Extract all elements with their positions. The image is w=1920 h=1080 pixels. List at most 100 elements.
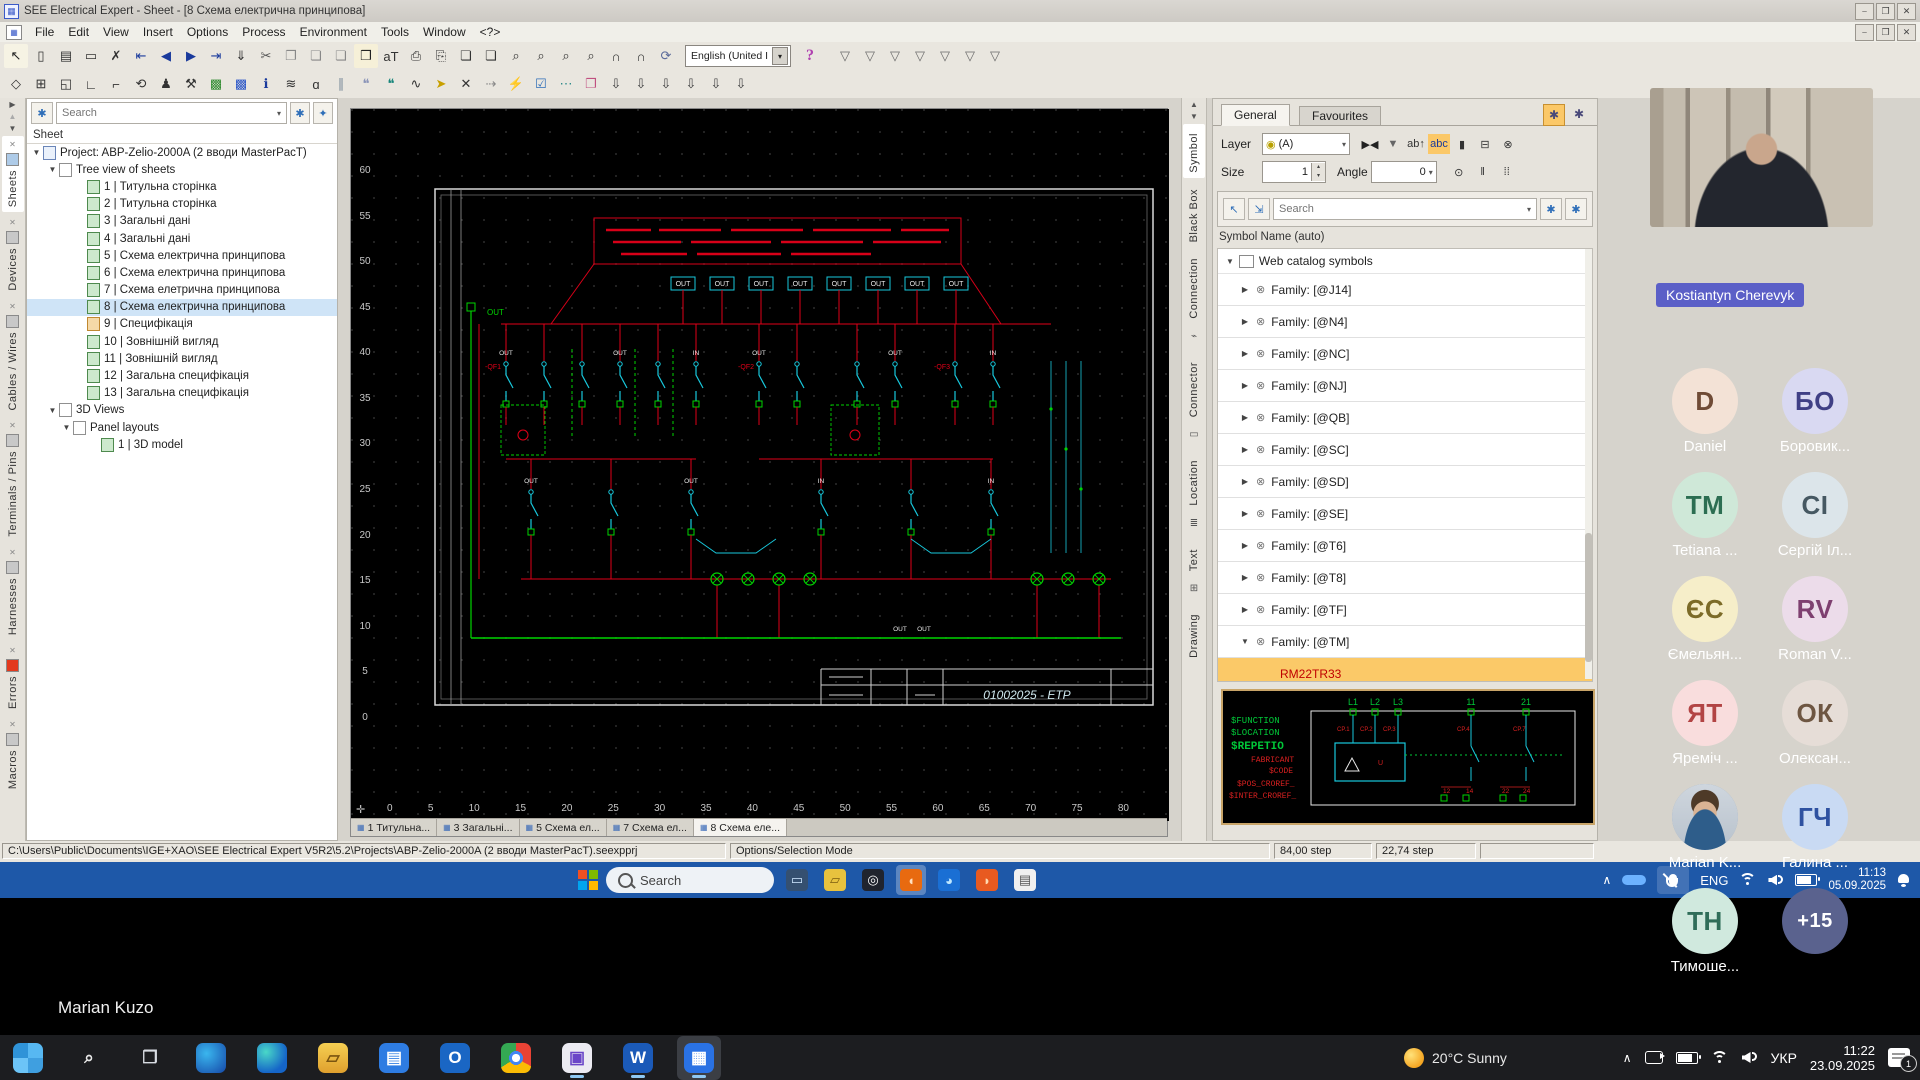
symbol-config-icon[interactable]: ✱ (1565, 198, 1587, 220)
app-maximize-button[interactable]: ❐ (1876, 3, 1895, 20)
search-button[interactable]: ⌕ (67, 1036, 111, 1080)
tree-row[interactable]: 1 | Титульна сторінка (27, 178, 337, 195)
mirror-horizontal-icon[interactable]: ▶◀ (1359, 134, 1381, 154)
symbol-family-row[interactable]: ▶ ⊗ Family: [@T6] (1218, 530, 1592, 562)
zoom-out-icon[interactable]: ⌕ (554, 44, 578, 68)
symbol-family-row[interactable]: ▶ ⊗ Family: [@J14] (1218, 274, 1592, 306)
print-preview-icon[interactable]: ⎘ (429, 44, 453, 68)
coordinates-icon[interactable]: ∟ (79, 72, 103, 96)
tree-row[interactable]: 9 | Специфікація (27, 316, 337, 333)
bluetooth-device-icon[interactable] (1622, 875, 1646, 885)
tree-row[interactable]: 5 | Схема електрична принципова (27, 247, 337, 264)
zoom-window-icon[interactable]: ⌕ (529, 44, 553, 68)
tree-row[interactable]: 3 | Загальні дані (27, 213, 337, 230)
import-block-icon[interactable]: ❏ (479, 44, 503, 68)
copy-icon[interactable]: ❐ (279, 44, 303, 68)
panel-tab[interactable]: Text (1183, 540, 1205, 576)
layer-select[interactable]: ◉ (A) ▾ (1262, 133, 1350, 155)
tab-favourites[interactable]: Favourites (1299, 106, 1381, 126)
mdi-minimize-button[interactable]: ⎯ (1855, 24, 1874, 41)
rotate-icon[interactable]: ⟲ (129, 72, 153, 96)
firefox-work-icon[interactable]: ◖ (896, 865, 926, 895)
filter-icon[interactable]: ▽ (983, 44, 1007, 68)
notification-bell-icon[interactable] (1897, 874, 1910, 887)
3d-view-icon[interactable]: ◇ (4, 72, 28, 96)
symbol-family-row[interactable]: ▶ ⊗ Family: [@QB] (1218, 402, 1592, 434)
filter-settings-icon[interactable]: ✱ (290, 102, 310, 124)
tree-column-header[interactable]: Sheet (27, 127, 337, 144)
tree-row[interactable]: ▼ Panel layouts (27, 419, 337, 436)
panel-tab[interactable]: Connection (1183, 249, 1205, 324)
strip-arrow-up-icon[interactable]: ▲ (9, 112, 17, 122)
pin-icon[interactable]: ✦ (313, 102, 333, 124)
paste-attributes-icon[interactable]: ❏ (329, 44, 353, 68)
taskbar-search[interactable]: Search (606, 867, 774, 893)
pins-icon[interactable]: ⁞⁞ (1496, 162, 1518, 182)
zoom-dynamic-icon[interactable]: ⌕ (504, 44, 528, 68)
language-indicator[interactable]: УКР (1771, 1050, 1797, 1066)
gear-icon[interactable]: ✱ (1569, 104, 1589, 124)
participant-tile[interactable]: D Daniel (1672, 368, 1738, 472)
panel-tab[interactable]: ▭ (1183, 424, 1205, 449)
panel-tab[interactable]: Symbol (1183, 124, 1205, 178)
menu-item[interactable]: File (28, 25, 61, 39)
symbol-settings-icon[interactable]: ✱ (1540, 198, 1562, 220)
origin-icon[interactable]: ⊙ (1448, 162, 1470, 182)
symbol-family-row[interactable]: ▶ ⊗ Family: [@SC] (1218, 434, 1592, 466)
export-block-icon[interactable]: ❏ (454, 44, 478, 68)
process-icon[interactable]: ⚒ (179, 72, 203, 96)
annotation-icon[interactable]: ɑ (304, 72, 328, 96)
edge-icon[interactable]: ◕ (934, 865, 964, 895)
notes-icon[interactable]: ▤ (1010, 865, 1040, 895)
text-direction-icon[interactable]: abc (1428, 134, 1450, 154)
tree-expander-icon[interactable]: ▶ (1240, 573, 1250, 582)
participant-tile[interactable]: RV Roman V... (1778, 576, 1852, 680)
volume-icon[interactable] (1742, 1051, 1758, 1064)
close-icon[interactable]: ✕ (9, 721, 16, 729)
tree-expander-icon[interactable]: ▼ (1226, 257, 1234, 266)
spin-up-icon[interactable]: ▴ (1312, 163, 1325, 172)
wire-curve-icon[interactable]: ∿ (404, 72, 428, 96)
copy-format-icon[interactable]: ❐ (579, 72, 603, 96)
print-icon[interactable]: ⎙ (404, 44, 428, 68)
last-sheet-icon[interactable]: ⇥ (204, 44, 228, 68)
tree-row[interactable]: 13 | Загальна специфікація (27, 385, 337, 402)
panel-tab[interactable]: Black Box (1183, 180, 1205, 247)
mdi-close-button[interactable]: ✕ (1897, 24, 1916, 41)
participant-tile[interactable]: БО Боровик... (1780, 368, 1850, 472)
panel-tab[interactable]: Location (1183, 451, 1205, 511)
participant-tile[interactable]: СІ Сергій Іл... (1778, 472, 1852, 576)
chrome-icon[interactable] (494, 1036, 538, 1080)
tree-expander-icon[interactable]: ▶ (1240, 349, 1250, 358)
virtual-desktop-icon[interactable]: ▭ (782, 865, 812, 895)
insert-down-icon[interactable]: ⇩ (679, 72, 703, 96)
panel-tab[interactable]: Drawing (1183, 605, 1205, 663)
insert-down-icon[interactable]: ⇩ (654, 72, 678, 96)
participant-tile[interactable]: ТН Тимоше... (1671, 888, 1739, 992)
menu-item[interactable]: Window (416, 25, 473, 39)
insert-down-icon[interactable]: ⇩ (629, 72, 653, 96)
db-sync-icon[interactable]: ⚡ (504, 72, 528, 96)
terminal-pair-icon[interactable]: ‖ (1472, 162, 1494, 182)
first-sheet-icon[interactable]: ⇤ (129, 44, 153, 68)
filter-icon[interactable]: ▽ (908, 44, 932, 68)
tree-row[interactable]: ▼ Tree view of sheets (27, 161, 337, 178)
notification-center-icon[interactable]: 1 (1888, 1048, 1910, 1067)
close-icon[interactable]: ✕ (9, 647, 16, 655)
tree-row[interactable]: 1 | 3D model (27, 436, 337, 453)
pan-icon[interactable]: ✛ (356, 803, 365, 816)
tree-row[interactable]: ▼ Project: ABP-Zelio-2000A (2 вводи Mast… (27, 144, 337, 161)
outlook-icon[interactable]: O (433, 1036, 477, 1080)
strip-arrow-up-icon[interactable]: ▲ (1190, 100, 1198, 110)
word-icon[interactable]: W (616, 1036, 660, 1080)
copy-multi-icon[interactable]: ❒ (354, 44, 378, 68)
menu-item[interactable]: Edit (61, 25, 96, 39)
strip-arrow-down-icon[interactable]: ▼ (1190, 112, 1198, 122)
participant-tile[interactable]: Marian K... (1669, 784, 1742, 888)
snap-icon[interactable]: ∩ (604, 44, 628, 68)
chevron-down-icon[interactable]: ▾ (272, 109, 286, 118)
strip-arrow-right-icon[interactable]: ▶ (9, 100, 15, 110)
symbol-family-row[interactable]: ▶ ⊗ Family: [@SD] (1218, 466, 1592, 498)
paste-icon[interactable]: ❏ (304, 44, 328, 68)
taskbar-clock[interactable]: 11:22 23.09.2025 (1810, 1043, 1875, 1073)
